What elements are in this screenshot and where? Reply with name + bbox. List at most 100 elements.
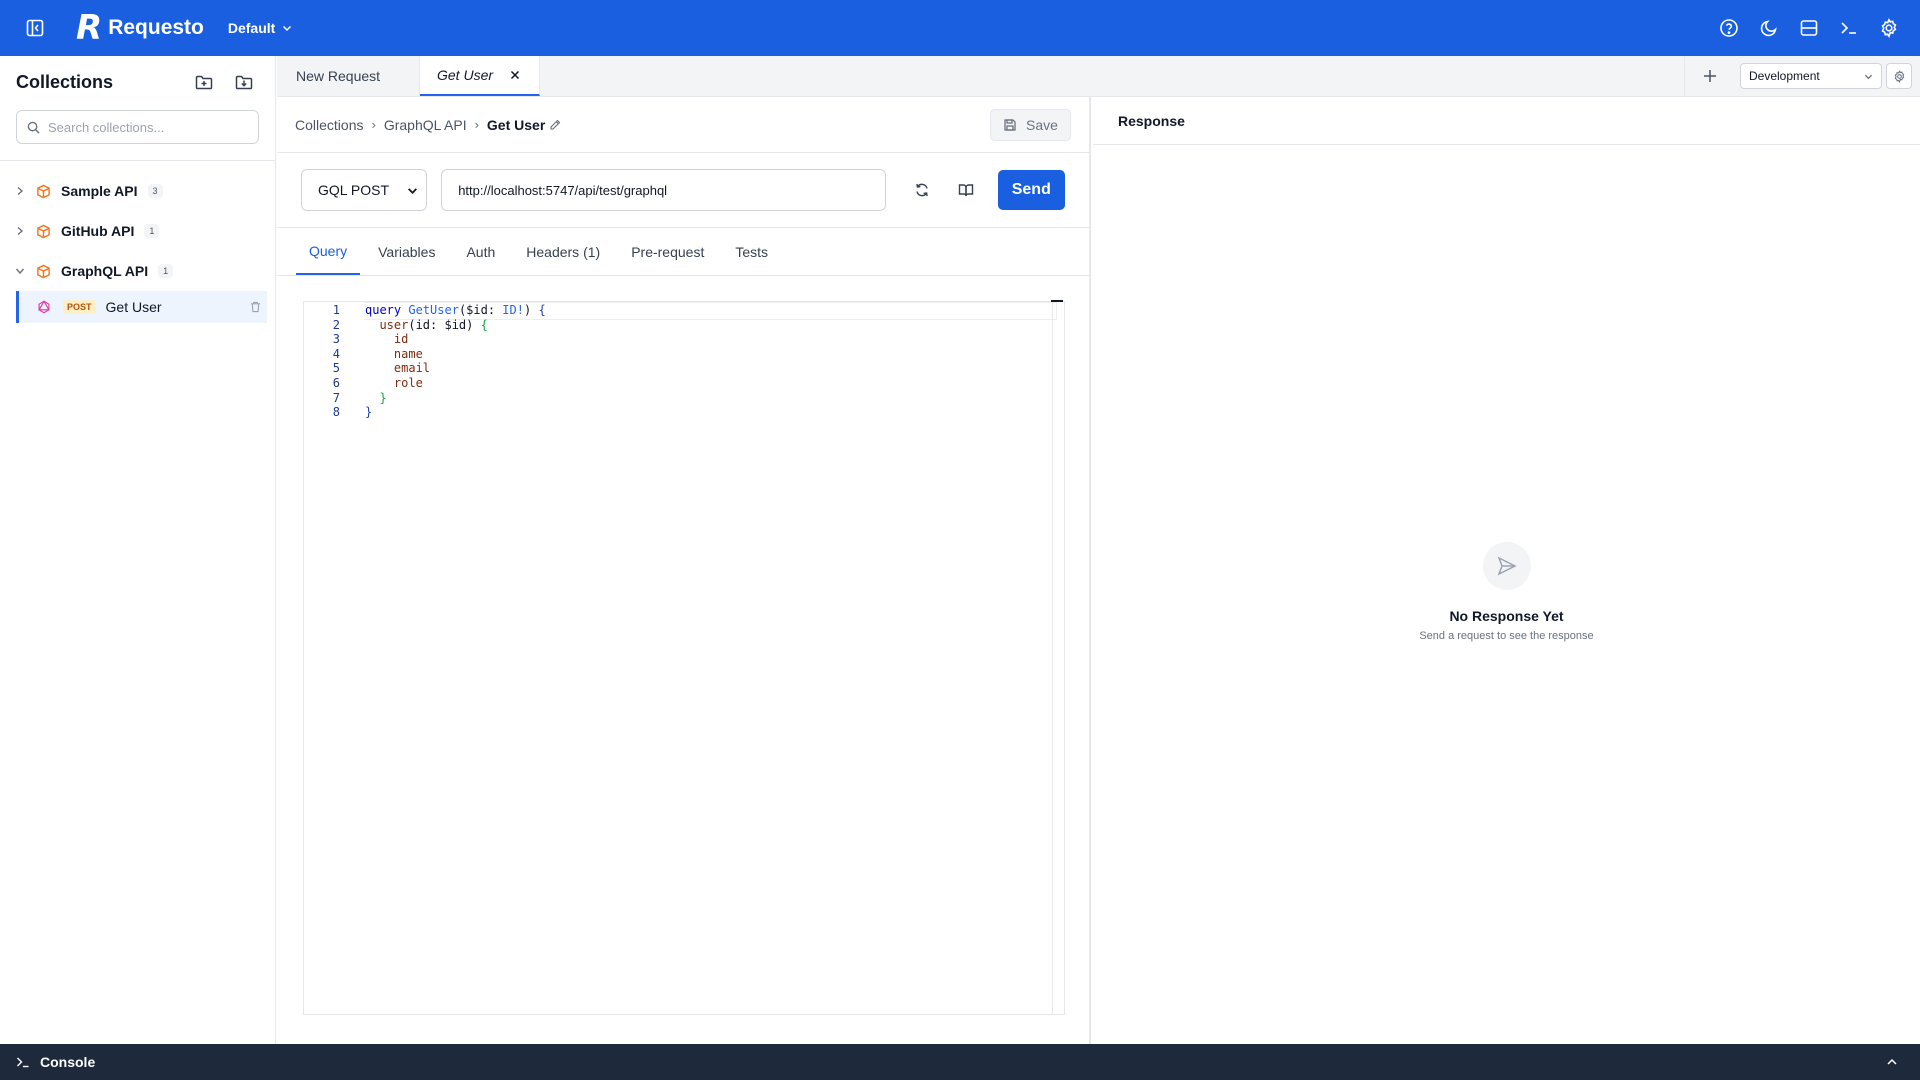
- terminal-icon[interactable]: [1838, 17, 1860, 39]
- tab-headers[interactable]: Headers (1): [513, 228, 613, 275]
- plus-icon: [1703, 70, 1716, 82]
- tab-strip-spacer: [540, 56, 1684, 96]
- breadcrumb: Collections › GraphQL API › Get User Sav…: [277, 97, 1089, 153]
- code-line: name: [393, 347, 423, 361]
- add-tab-button[interactable]: [1684, 56, 1734, 96]
- breadcrumb-separator: ›: [371, 117, 376, 132]
- tab-variables[interactable]: Variables: [365, 228, 448, 275]
- line-number: 5: [332, 361, 340, 375]
- console-bar[interactable]: Console: [0, 1044, 1920, 1080]
- graphql-icon: [37, 300, 51, 314]
- gear-icon: [1894, 69, 1904, 83]
- package-icon: [36, 264, 51, 279]
- line-number: 4: [332, 347, 340, 361]
- empty-subtitle: Send a request to see the response: [1419, 630, 1594, 642]
- code-line: user(id: $id) {: [379, 318, 488, 332]
- environment-select[interactable]: Development: [1740, 63, 1882, 89]
- line-number: 7: [332, 391, 340, 405]
- terminal-icon: [16, 1055, 30, 1069]
- response-title: Response: [1093, 97, 1920, 145]
- collection-sample-api[interactable]: Sample API 3: [0, 171, 275, 211]
- save-icon: [1004, 118, 1016, 131]
- url-input[interactable]: [441, 169, 886, 211]
- tab-pre-request[interactable]: Pre-request: [618, 228, 717, 275]
- tab-strip: New Request Get User Development: [277, 56, 1920, 97]
- breadcrumb-separator: ›: [474, 117, 479, 132]
- line-number: 2: [332, 318, 340, 332]
- code-line: role: [393, 376, 423, 390]
- search-icon: [27, 121, 40, 134]
- chevron-up-icon[interactable]: [1886, 1056, 1898, 1068]
- collection-count-badge: 3: [147, 184, 163, 198]
- package-icon: [36, 224, 51, 239]
- logo-mark: R: [76, 8, 102, 48]
- request-item-get-user[interactable]: POST Get User: [16, 291, 267, 323]
- gear-icon[interactable]: [1878, 17, 1900, 39]
- save-button[interactable]: Save: [990, 108, 1071, 141]
- close-icon[interactable]: [510, 70, 520, 80]
- tab-label: New Request: [296, 68, 381, 84]
- app-logo[interactable]: R Requesto: [76, 11, 204, 45]
- empty-state: No Response Yet Send a request to see th…: [1093, 542, 1920, 642]
- chevron-down-icon: [408, 187, 418, 194]
- top-actions: [1718, 17, 1900, 39]
- workspace-select[interactable]: Default: [228, 20, 292, 36]
- search-input[interactable]: [48, 119, 248, 135]
- request-sub-tabs: Query Variables Auth Headers (1) Pre-req…: [277, 228, 1089, 276]
- method-value: GQL POST: [318, 182, 390, 198]
- url-row: GQL POST Send: [277, 153, 1089, 228]
- refresh-icon[interactable]: [910, 178, 934, 202]
- collection-graphql-api[interactable]: GraphQL API 1: [0, 251, 275, 291]
- collection-name: GitHub API: [61, 223, 135, 239]
- help-icon[interactable]: [1718, 17, 1740, 39]
- response-panel: Response No Response Yet Send a request …: [1093, 97, 1920, 1044]
- import-icon[interactable]: [233, 71, 255, 93]
- search-box[interactable]: [16, 110, 259, 144]
- pencil-icon[interactable]: [549, 119, 561, 131]
- send-button[interactable]: Send: [997, 170, 1066, 210]
- chevron-down-icon: [1864, 74, 1873, 79]
- line-number: 6: [332, 376, 340, 390]
- collection-github-api[interactable]: GitHub API 1: [0, 211, 275, 251]
- sidebar-header: Collections: [0, 56, 275, 108]
- tab-label: Get User: [437, 67, 494, 83]
- chevron-down-icon[interactable]: [14, 267, 26, 275]
- tab-new-request[interactable]: New Request: [277, 56, 420, 96]
- chevron-right-icon[interactable]: [14, 226, 26, 236]
- method-badge: POST: [63, 300, 96, 314]
- tab-tests[interactable]: Tests: [722, 228, 781, 275]
- method-select[interactable]: GQL POST: [301, 169, 428, 211]
- console-label: Console: [40, 1054, 96, 1070]
- code-line: email: [393, 361, 431, 375]
- send-icon: [1482, 542, 1531, 590]
- trash-icon[interactable]: [250, 301, 261, 313]
- sidebar-title: Collections: [16, 71, 114, 92]
- tab-query[interactable]: Query: [296, 228, 361, 275]
- editor-scrollbar[interactable]: [1052, 302, 1053, 1014]
- request-name: Get User: [105, 299, 162, 315]
- environment-settings-button[interactable]: [1886, 63, 1912, 89]
- sidebar: Collections Sample API 3 GitHub API 1: [0, 56, 276, 1044]
- chevron-right-icon[interactable]: [14, 186, 26, 196]
- moon-icon[interactable]: [1758, 17, 1780, 39]
- chevron-down-icon: [283, 25, 292, 32]
- workspace-name: Default: [227, 20, 276, 36]
- layout-icon[interactable]: [1798, 17, 1820, 39]
- collection-name: Sample API: [61, 183, 138, 199]
- code-line: }: [365, 405, 373, 419]
- query-editor[interactable]: 1 2 3 4 5 6 7 8 query GetUser($id: ID!) …: [303, 300, 1065, 1015]
- new-folder-icon[interactable]: [193, 71, 215, 93]
- breadcrumb-collection[interactable]: GraphQL API: [384, 117, 467, 133]
- code-line: query GetUser($id: ID!) {: [365, 303, 546, 317]
- collection-count-badge: 1: [144, 224, 160, 238]
- line-number: 1: [332, 303, 340, 317]
- tab-auth[interactable]: Auth: [453, 228, 508, 275]
- line-number: 8: [332, 405, 340, 419]
- sidebar-toggle-icon[interactable]: [22, 15, 48, 41]
- editor-overview-marker: [1051, 300, 1063, 302]
- book-icon[interactable]: [954, 178, 978, 202]
- save-label: Save: [1026, 116, 1058, 133]
- request-panel: Collections › GraphQL API › Get User Sav…: [277, 97, 1091, 1044]
- tab-get-user[interactable]: Get User: [420, 56, 540, 96]
- breadcrumb-collections[interactable]: Collections: [295, 117, 363, 133]
